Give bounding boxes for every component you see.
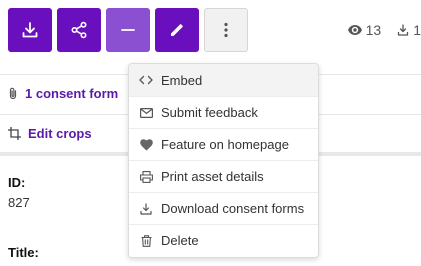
edit-button[interactable] [155,8,199,52]
crop-icon [8,127,21,140]
download-count: 1 [397,22,421,38]
id-label: ID: [8,175,26,190]
code-icon [139,73,153,87]
paperclip-icon [8,87,18,100]
menu-item-print-asset-details[interactable]: Print asset details [129,160,318,192]
asset-page: 13 1 1 consent form Edit crops ID: 827 T… [0,0,421,266]
more-options-button[interactable] [204,8,248,52]
edit-crops-link[interactable]: Edit crops [8,126,92,141]
printer-icon [139,170,153,184]
menu-item-label: Delete [161,233,199,248]
minus-icon [120,22,136,38]
menu-item-feature-on-homepage[interactable]: Feature on homepage [129,128,318,160]
id-value: 827 [8,195,30,210]
download-count-value: 1 [413,22,421,38]
menu-item-label: Submit feedback [161,105,258,120]
title-label: Title: [8,245,39,260]
download-icon [139,202,153,216]
download-icon [21,21,39,39]
heart-icon [139,138,153,152]
share-button[interactable] [57,8,101,52]
asset-toolbar [8,8,248,52]
eye-icon [347,25,362,35]
remove-button[interactable] [106,8,150,52]
pencil-icon [168,21,186,39]
edit-crops-label: Edit crops [28,126,92,141]
menu-item-download-consent-forms[interactable]: Download consent forms [129,192,318,224]
trash-icon [139,234,153,248]
menu-item-label: Feature on homepage [161,137,289,152]
menu-item-label: Embed [161,72,203,88]
view-count: 13 [347,22,382,38]
menu-item-embed[interactable]: Embed [129,64,318,96]
mail-icon [139,106,153,120]
consent-form-label: 1 consent form [25,86,119,101]
download-button[interactable] [8,8,52,52]
view-count-value: 13 [365,22,382,38]
menu-item-delete[interactable]: Delete [129,224,318,256]
consent-form-link[interactable]: 1 consent form [8,86,118,101]
more-vertical-icon [224,22,228,38]
asset-stats: 13 1 [347,21,421,39]
menu-item-submit-feedback[interactable]: Submit feedback [129,96,318,128]
more-options-menu: Embed Submit feedback Feature on homepag… [128,63,319,258]
menu-item-label: Print asset details [161,169,264,184]
download-icon [397,24,409,36]
share-icon [70,21,88,39]
menu-item-label: Download consent forms [161,201,305,216]
